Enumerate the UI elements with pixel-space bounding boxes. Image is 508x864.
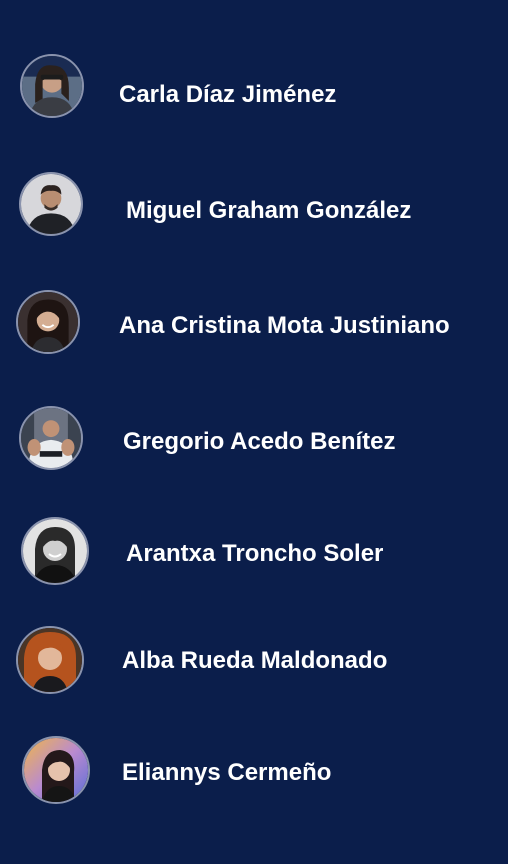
person-photo-icon (22, 56, 82, 116)
member-item[interactable]: Carla Díaz Jiménez (0, 47, 508, 127)
member-item[interactable]: Alba Rueda Maldonado (0, 620, 508, 700)
member-name: Eliannys Cermeño (122, 759, 332, 786)
avatar (16, 626, 84, 694)
avatar (19, 406, 83, 470)
person-photo-icon (21, 174, 81, 234)
team-member-list: Carla Díaz Jiménez Miguel Graham Gonzále… (0, 0, 508, 864)
member-name: Ana Cristina Mota Justiniano (119, 312, 450, 339)
avatar (20, 54, 84, 118)
member-item[interactable]: Gregorio Acedo Benítez (0, 394, 508, 474)
member-item[interactable]: Eliannys Cermeño (0, 732, 508, 812)
person-photo-icon (18, 292, 78, 352)
avatar (19, 172, 83, 236)
person-photo-icon (23, 519, 87, 583)
member-item[interactable]: Ana Cristina Mota Justiniano (0, 280, 508, 360)
avatar (21, 517, 89, 585)
member-name: Arantxa Troncho Soler (126, 540, 384, 567)
avatar (22, 736, 90, 804)
avatar (16, 290, 80, 354)
member-name: Gregorio Acedo Benítez (123, 428, 396, 455)
member-name: Carla Díaz Jiménez (119, 81, 337, 108)
person-photo-icon (21, 408, 81, 468)
member-item[interactable]: Arantxa Troncho Soler (0, 508, 508, 588)
member-name: Alba Rueda Maldonado (122, 647, 388, 674)
member-item[interactable]: Miguel Graham González (0, 163, 508, 243)
person-photo-icon (18, 628, 82, 692)
person-photo-icon (24, 738, 88, 802)
member-name: Miguel Graham González (126, 197, 412, 224)
